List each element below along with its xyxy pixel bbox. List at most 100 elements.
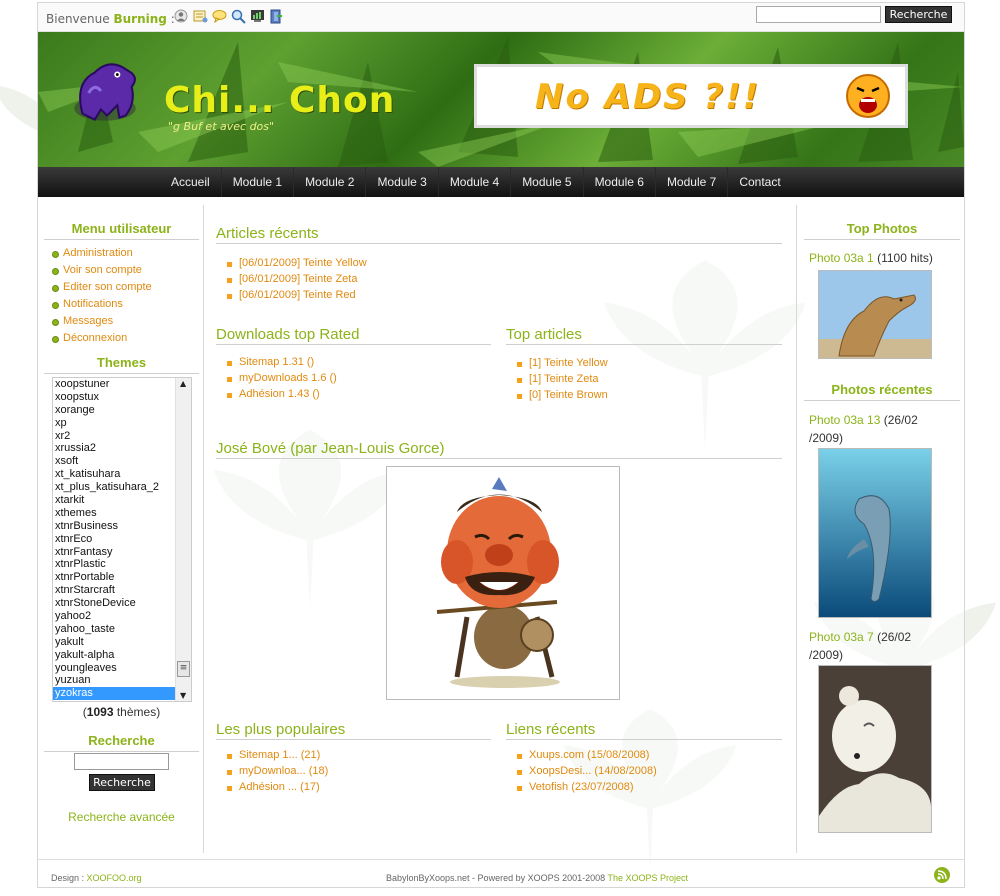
logout-icon[interactable]	[268, 8, 284, 24]
article-title[interactable]: Teinte Brown	[544, 389, 608, 401]
profile-icon[interactable]	[173, 8, 189, 24]
search-button[interactable]: Recherche	[89, 774, 155, 791]
column-divider	[796, 205, 797, 853]
nav-item-module-7[interactable]: Module 7	[656, 167, 729, 197]
ad-banner[interactable]: No ADS ?!!	[474, 64, 908, 128]
article-title[interactable]: Teinte Yellow	[303, 257, 367, 269]
top-article-item[interactable]: [0] Teinte Brown	[514, 388, 608, 404]
nav-item-module-4[interactable]: Module 4	[439, 167, 512, 197]
theme-option[interactable]: yakult-alpha	[53, 649, 191, 662]
site-name[interactable]: Chi... Chon	[164, 80, 395, 121]
theme-option[interactable]: yahoo2	[53, 610, 191, 623]
theme-option[interactable]: xthemes	[53, 507, 191, 520]
nav-item-accueil[interactable]: Accueil	[160, 167, 222, 197]
nav-item-module-1[interactable]: Module 1	[222, 167, 295, 197]
article-title[interactable]: Teinte Zeta	[544, 373, 598, 385]
theme-option[interactable]: xoopstux	[53, 391, 191, 404]
nav-item-contact[interactable]: Contact	[728, 167, 791, 197]
photo-link[interactable]: Photo 03a 7	[809, 630, 874, 644]
theme-option[interactable]: xp	[53, 417, 191, 430]
theme-option[interactable]: xrussia2	[53, 442, 191, 455]
theme-option[interactable]: xtnrFantasy	[53, 546, 191, 559]
theme-option[interactable]: xtnrStarcraft	[53, 584, 191, 597]
theme-option[interactable]: xorange	[53, 404, 191, 417]
user-menu-item-view-account[interactable]: Voir son compte	[44, 262, 199, 279]
recent-photo-image-1[interactable]	[818, 448, 932, 618]
photo-link[interactable]: Photo 03a 13	[809, 413, 880, 427]
theme-option[interactable]: xtnrPlastic	[53, 558, 191, 571]
theme-option[interactable]: xt_plus_katisuhara_2	[53, 481, 191, 494]
theme-option[interactable]: xtarkit	[53, 494, 191, 507]
chat-icon[interactable]	[211, 8, 227, 24]
photo-date-part-1: (26/02	[877, 630, 912, 644]
nav-item-module-6[interactable]: Module 6	[584, 167, 656, 197]
theme-option[interactable]: xtnrPortable	[53, 571, 191, 584]
user-menu-item-messages[interactable]: Messages	[44, 313, 199, 330]
powered-by: BabylonByXoops.net - Powered by XOOPS 20…	[386, 873, 688, 883]
theme-option[interactable]: xsoft	[53, 455, 191, 468]
top-search-input[interactable]	[756, 6, 881, 23]
top-photo-image[interactable]	[818, 270, 932, 359]
user-menu-item-administration[interactable]: Administration	[44, 245, 199, 262]
rss-feed-icon[interactable]	[934, 867, 950, 883]
article-title[interactable]: Teinte Yellow	[544, 357, 608, 369]
theme-option[interactable]: yuzuan	[53, 674, 191, 687]
recent-articles-list: [06/01/2009] Teinte Yellow [06/01/2009] …	[224, 256, 367, 303]
theme-option[interactable]: xtnrEco	[53, 533, 191, 546]
xoops-project-link[interactable]: The XOOPS Project	[607, 873, 688, 883]
user-menu-item-edit-account[interactable]: Editer son compte	[44, 279, 199, 296]
theme-option[interactable]: yahoo_taste	[53, 623, 191, 636]
theme-option[interactable]: xtnrStoneDevice	[53, 597, 191, 610]
recent-photo-image-2[interactable]	[818, 665, 932, 833]
themes-scrollbar[interactable]: ▲ ≡ ▼	[175, 378, 191, 701]
recent-link-item[interactable]: Vetofish (23/07/2008)	[514, 780, 657, 796]
nav-item-module-5[interactable]: Module 5	[511, 167, 584, 197]
download-item[interactable]: myDownloads 1.6 ()	[224, 371, 337, 387]
theme-option[interactable]: xt_katisuhara	[53, 468, 191, 481]
top-article-item[interactable]: [1] Teinte Zeta	[514, 372, 608, 388]
search-input[interactable]	[74, 753, 169, 770]
scroll-down-arrow-icon[interactable]: ▼	[180, 691, 186, 700]
popular-item[interactable]: Sitemap 1... (21)	[224, 748, 328, 764]
stats-icon[interactable]	[249, 8, 265, 24]
nav-item-module-2[interactable]: Module 2	[294, 167, 367, 197]
top-photo-caption: Photo 03a 1 (1100 hits)	[809, 249, 933, 267]
theme-option[interactable]: xr2	[53, 430, 191, 443]
popular-item[interactable]: Adhésion ... (17)	[224, 780, 328, 796]
theme-option-selected[interactable]: yzokras	[53, 687, 191, 701]
caricature-image[interactable]	[386, 466, 620, 700]
top-search-button[interactable]: Recherche	[885, 6, 952, 23]
scroll-thumb[interactable]: ≡	[177, 661, 190, 677]
recent-article-item[interactable]: [06/01/2009] Teinte Red	[224, 288, 367, 304]
download-item[interactable]: Adhésion 1.43 ()	[224, 387, 337, 403]
photo-link[interactable]: Photo 03a 1	[809, 251, 874, 265]
download-item[interactable]: Sitemap 1.31 ()	[224, 355, 337, 371]
inbox-icon[interactable]	[192, 8, 208, 24]
recent-photo-caption-1: Photo 03a 13 (26/02 /2009)	[809, 411, 959, 447]
recent-link-item[interactable]: Xuups.com (15/08/2008)	[514, 748, 657, 764]
top-articles-title: Top articles	[506, 326, 782, 345]
scroll-up-arrow-icon[interactable]: ▲	[180, 379, 186, 388]
design-link[interactable]: XOOFOO.org	[87, 873, 142, 883]
theme-option[interactable]: xoopstuner	[53, 378, 191, 391]
popular-title: Les plus populaires	[216, 721, 491, 740]
article-title[interactable]: Teinte Red	[303, 289, 356, 301]
advanced-search-link[interactable]: Recherche avancée	[44, 810, 199, 824]
themes-title: Themes	[44, 355, 199, 374]
themes-select-list[interactable]: xoopstuner xoopstux xorange xp xr2 xruss…	[52, 377, 192, 702]
theme-option[interactable]: youngleaves	[53, 662, 191, 675]
user-menu-item-notifications[interactable]: Notifications	[44, 296, 199, 313]
recent-link-item[interactable]: XoopsDesi... (14/08/2008)	[514, 764, 657, 780]
recent-article-item[interactable]: [06/01/2009] Teinte Zeta	[224, 272, 367, 288]
popular-item[interactable]: myDownloa... (18)	[224, 764, 328, 780]
theme-option[interactable]: yakult	[53, 636, 191, 649]
recent-article-item[interactable]: [06/01/2009] Teinte Yellow	[224, 256, 367, 272]
search-icon[interactable]	[230, 8, 246, 24]
mascot-logo[interactable]	[64, 52, 146, 137]
article-title[interactable]: Teinte Zeta	[303, 273, 357, 285]
user-menu-item-logout[interactable]: Déconnexion	[44, 330, 199, 347]
top-article-item[interactable]: [1] Teinte Yellow	[514, 356, 608, 372]
nav-item-module-3[interactable]: Module 3	[366, 167, 439, 197]
welcome-username[interactable]: Burning	[113, 12, 166, 26]
theme-option[interactable]: xtnrBusiness	[53, 520, 191, 533]
